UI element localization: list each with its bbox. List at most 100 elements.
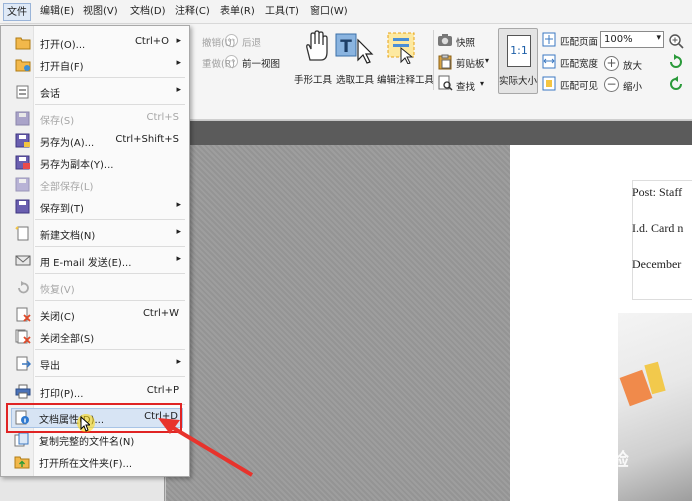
fit-page-button[interactable]: 匹配页面 (560, 34, 598, 48)
menu-form[interactable]: 表单(R) (217, 3, 258, 21)
menu-file[interactable]: 文件 (3, 3, 31, 21)
menu-item-label: 打印(P)... (40, 389, 84, 400)
menu-tools[interactable]: 工具(T) (262, 3, 302, 21)
edit-annotation-tool-button[interactable]: 编辑注释工具 (377, 72, 434, 86)
submenu-arrow-icon: ▸ (176, 357, 181, 367)
menu-item-label: 新建文档(N) (40, 231, 96, 242)
menu-item-open-containing-folder[interactable]: 打开所在文件夹(F)... (2, 451, 186, 471)
menu-separator (35, 219, 185, 220)
fit-visible-button[interactable]: 匹配可见 (560, 78, 598, 92)
fit-width-button[interactable]: 匹配宽度 (560, 56, 598, 70)
fit-visible-icon (542, 76, 556, 91)
submenu-arrow-icon: ▸ (176, 85, 181, 95)
snapshot-button[interactable]: 快照 (456, 35, 475, 49)
zoom-in-icon: + (604, 56, 619, 71)
find-button[interactable]: 查找 (456, 79, 475, 93)
menu-item-label: 另存为(A)... (40, 138, 95, 149)
redo-button[interactable]: 重做(R) (202, 56, 235, 70)
menu-separator (35, 104, 185, 105)
menu-item-label: 另存为副本(Y)... (40, 160, 114, 171)
rotate-icon[interactable] (668, 54, 684, 70)
email-icon (15, 255, 31, 266)
save-to-icon (15, 199, 30, 214)
menu-separator (35, 300, 185, 301)
zoom-tool-icon[interactable] (668, 33, 684, 49)
save-copy-icon (15, 155, 30, 170)
menu-item-shortcut: Ctrl+W (142, 308, 179, 319)
menu-separator (35, 246, 185, 247)
menu-separator (35, 77, 185, 78)
menu-item-shortcut: Ctrl+S (146, 112, 179, 123)
document-photo (618, 313, 692, 501)
menu-item-shortcut: Ctrl+Shift+S (115, 134, 179, 145)
menu-item-save-as[interactable]: 另存为(A)... Ctrl+Shift+S (3, 130, 187, 150)
forward-view-button[interactable]: 前一视图 (242, 56, 280, 70)
menu-item-label: 打开所在文件夹(F)... (39, 459, 133, 470)
save-icon (15, 111, 30, 126)
menu-bar: 文件 编辑(E) 视图(V) 文档(D) 注释(C) 表单(R) 工具(T) 窗… (0, 0, 692, 24)
menu-separator (35, 376, 185, 377)
undo-button[interactable]: 撤销(U) (202, 35, 235, 49)
rotate-reverse-icon[interactable] (668, 76, 684, 92)
print-icon (15, 384, 31, 399)
new-doc-icon (15, 226, 29, 241)
menu-item-export[interactable]: 导出 ▸ (3, 353, 187, 373)
hand-tool-icon (306, 30, 328, 61)
menu-document[interactable]: 文档(D) (127, 3, 169, 21)
menu-item-new-document[interactable]: 新建文档(N) ▸ (3, 223, 187, 243)
menu-item-print[interactable]: 打印(P)... Ctrl+P (3, 381, 187, 401)
edit-annotation-icon (387, 32, 415, 64)
zoom-select[interactable]: 100% ▾ (600, 31, 664, 48)
open-from-icon (15, 59, 31, 72)
menu-item-label: 用 E-mail 发送(E)... (40, 258, 132, 269)
menu-item-save-all[interactable]: 全部保存(L) (3, 174, 187, 194)
menu-item-save-copy[interactable]: 另存为副本(Y)... (3, 152, 187, 172)
menu-comment[interactable]: 注释(C) (172, 3, 213, 21)
back-button[interactable]: 后退 (242, 35, 261, 49)
menu-item-email[interactable]: 用 E-mail 发送(E)... ▸ (3, 250, 187, 270)
menu-item-save[interactable]: 保存(S) Ctrl+S (3, 108, 187, 128)
menu-item-session[interactable]: 会话 ▸ (3, 81, 187, 101)
zoom-value: 100% (604, 34, 633, 45)
document-line-date: December (632, 257, 682, 271)
menu-item-close-all[interactable]: 关闭全部(S) (3, 326, 187, 346)
menu-item-label: 打开(O)... (40, 40, 86, 51)
menu-item-revert[interactable]: 恢复(V) (3, 277, 187, 297)
select-tool-button[interactable]: 选取工具 (336, 72, 374, 86)
menu-item-close[interactable]: 关闭(C) Ctrl+W (3, 304, 187, 324)
clipboard-dropdown-icon[interactable]: ▾ (485, 56, 489, 65)
menu-item-label: 关闭(C) (40, 312, 75, 323)
actual-size-label: 实际大小 (499, 76, 538, 87)
menu-item-label: 导出 (40, 361, 60, 372)
session-icon (16, 85, 29, 99)
clipboard-button[interactable]: 剪贴板 (456, 56, 485, 70)
submenu-arrow-icon: ▸ (176, 36, 181, 46)
copy-filename-icon (14, 432, 29, 447)
menu-item-shortcut: Ctrl+P (146, 385, 179, 396)
actual-size-icon: 1:1 (507, 35, 531, 67)
hand-tool-button[interactable]: 手形工具 (294, 72, 332, 86)
menu-item-label: 打开自(F) (40, 62, 84, 73)
zoom-out-button[interactable]: 缩小 (623, 79, 642, 93)
menu-edit[interactable]: 编辑(E) (37, 3, 77, 21)
zoom-in-button[interactable]: 放大 (623, 58, 642, 72)
menu-item-label: 关闭全部(S) (40, 334, 95, 345)
submenu-arrow-icon: ▸ (176, 254, 181, 264)
menu-item-label: 恢复(V) (40, 285, 75, 296)
menu-separator (35, 349, 185, 350)
menu-item-open-from[interactable]: 打开自(F) ▸ (3, 54, 187, 74)
menu-view[interactable]: 视图(V) (80, 3, 121, 21)
submenu-arrow-icon: ▸ (176, 58, 181, 68)
menu-item-open[interactable]: 打开(O)... Ctrl+O ▸ (3, 32, 187, 52)
submenu-arrow-icon: ▸ (176, 200, 181, 210)
menu-item-save-to[interactable]: 保存到(T) ▸ (3, 196, 187, 216)
document-line-post: Post: Staff (632, 185, 683, 199)
menu-item-shortcut: Ctrl+O (134, 36, 169, 47)
ribbon-separator (433, 30, 434, 90)
find-dropdown-icon[interactable]: ▾ (480, 79, 484, 88)
actual-size-button[interactable]: 1:1 实际大小 (498, 28, 538, 94)
menu-item-label: 复制完整的文件名(N) (39, 437, 135, 448)
camera-icon (438, 34, 452, 46)
menu-window[interactable]: 窗口(W) (307, 3, 351, 21)
open-containing-folder-icon (14, 456, 30, 469)
